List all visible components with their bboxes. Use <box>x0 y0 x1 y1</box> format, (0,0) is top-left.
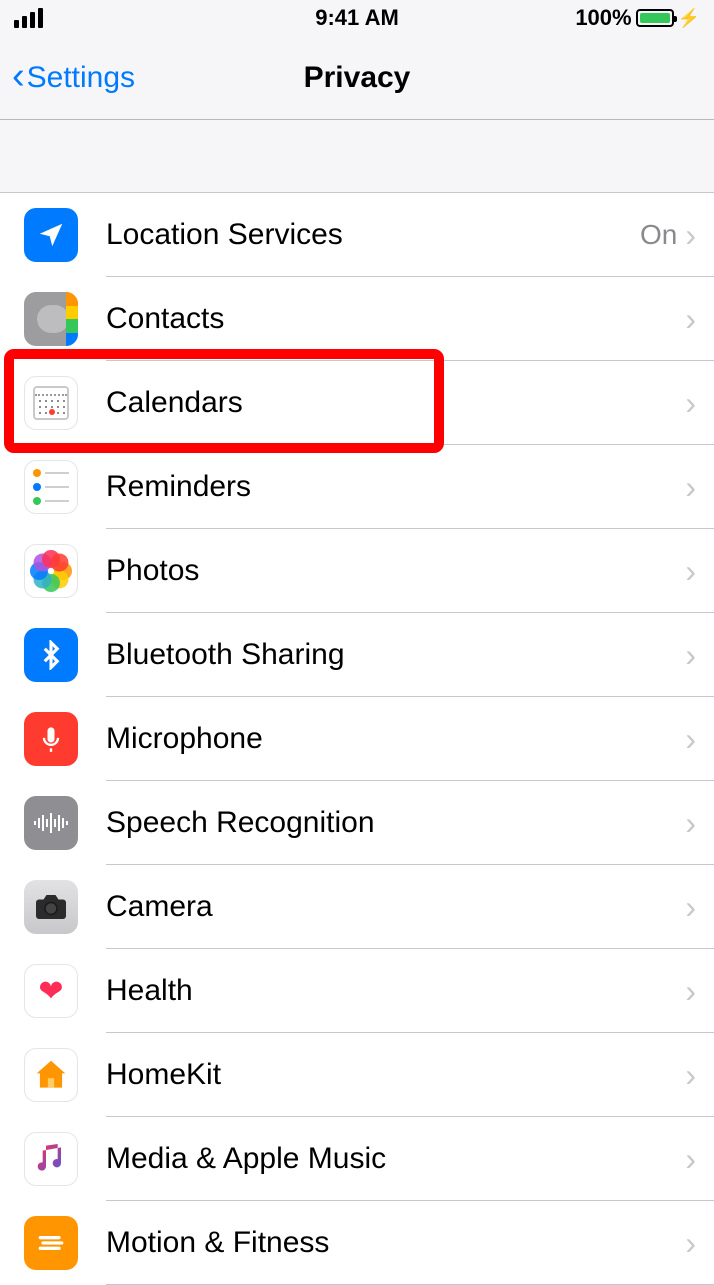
settings-row-motion[interactable]: Motion & Fitness› <box>0 1201 714 1285</box>
settings-row-label: Microphone <box>106 722 685 756</box>
bluetooth-icon <box>24 628 78 682</box>
settings-row-value: On <box>640 219 677 251</box>
charging-icon: ⚡ <box>678 8 700 29</box>
settings-row-label: Media & Apple Music <box>106 1142 685 1176</box>
settings-row-label: Reminders <box>106 470 685 504</box>
settings-row-homekit[interactable]: HomeKit› <box>0 1033 714 1117</box>
chevron-right-icon: › <box>685 637 696 674</box>
settings-row-label: Bluetooth Sharing <box>106 638 685 672</box>
heart-icon: ❤ <box>24 964 78 1018</box>
settings-row-microphone[interactable]: Microphone› <box>0 697 714 781</box>
status-time: 9:41 AM <box>243 5 472 31</box>
music-note-icon <box>24 1132 78 1186</box>
back-button-label: Settings <box>27 61 135 95</box>
settings-row-photos[interactable]: Photos› <box>0 529 714 613</box>
signal-strength-icon <box>14 8 243 28</box>
privacy-list: Location ServicesOn›Contacts›Calendars›R… <box>0 192 714 1285</box>
chevron-right-icon: › <box>685 385 696 422</box>
settings-row-label: Camera <box>106 890 685 924</box>
location-arrow-icon <box>24 208 78 262</box>
back-button[interactable]: ‹ Settings <box>0 61 135 95</box>
settings-row-health[interactable]: ❤ Health› <box>0 949 714 1033</box>
settings-row-label: Photos <box>106 554 685 588</box>
nav-bar: ‹ Settings Privacy <box>0 36 714 120</box>
battery-icon <box>636 9 674 27</box>
house-icon <box>24 1048 78 1102</box>
chevron-right-icon: › <box>685 553 696 590</box>
settings-row-media[interactable]: Media & Apple Music› <box>0 1117 714 1201</box>
settings-row-label: Location Services <box>106 218 640 252</box>
reminders-icon <box>24 460 78 514</box>
chevron-right-icon: › <box>685 805 696 842</box>
settings-row-label: Contacts <box>106 302 685 336</box>
settings-row-label: Speech Recognition <box>106 806 685 840</box>
calendar-icon <box>24 376 78 430</box>
settings-row-reminders[interactable]: Reminders› <box>0 445 714 529</box>
chevron-right-icon: › <box>685 1057 696 1094</box>
settings-row-location[interactable]: Location ServicesOn› <box>0 193 714 277</box>
chevron-right-icon: › <box>685 721 696 758</box>
motion-icon <box>24 1216 78 1270</box>
settings-row-label: HomeKit <box>106 1058 685 1092</box>
chevron-right-icon: › <box>685 1225 696 1262</box>
settings-row-bluetooth[interactable]: Bluetooth Sharing› <box>0 613 714 697</box>
settings-row-camera[interactable]: Camera› <box>0 865 714 949</box>
chevron-right-icon: › <box>685 217 696 254</box>
camera-icon <box>24 880 78 934</box>
chevron-right-icon: › <box>685 469 696 506</box>
chevron-left-icon: ‹ <box>12 57 25 95</box>
settings-row-label: Health <box>106 974 685 1008</box>
battery-percent: 100% <box>575 5 631 31</box>
chevron-right-icon: › <box>685 1141 696 1178</box>
contacts-icon <box>24 292 78 346</box>
settings-row-speech[interactable]: Speech Recognition› <box>0 781 714 865</box>
settings-row-label: Calendars <box>106 386 685 420</box>
waveform-icon <box>24 796 78 850</box>
chevron-right-icon: › <box>685 301 696 338</box>
settings-row-calendars[interactable]: Calendars› <box>0 361 714 445</box>
settings-row-label: Motion & Fitness <box>106 1226 685 1260</box>
chevron-right-icon: › <box>685 973 696 1010</box>
status-bar: 9:41 AM 100% ⚡ <box>0 0 714 36</box>
chevron-right-icon: › <box>685 889 696 926</box>
photos-icon <box>24 544 78 598</box>
settings-row-contacts[interactable]: Contacts› <box>0 277 714 361</box>
microphone-icon <box>24 712 78 766</box>
